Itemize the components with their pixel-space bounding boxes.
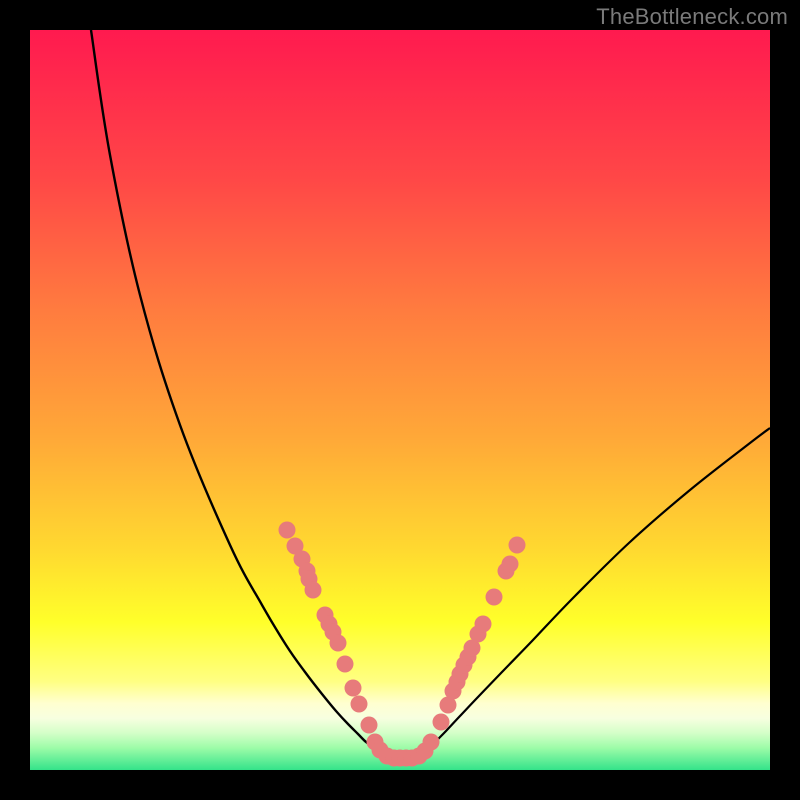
watermark-text: TheBottleneck.com [596,4,788,30]
chart-frame: TheBottleneck.com [0,0,800,800]
background-gradient [30,30,770,770]
plot-area [30,30,770,770]
